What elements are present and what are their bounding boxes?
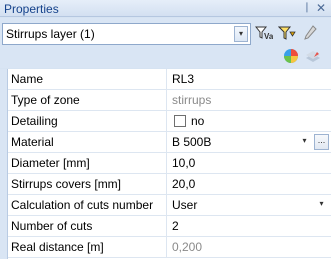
property-row-material[interactable]: Material B 500B ▾ ... — [8, 132, 331, 153]
property-value[interactable]: 20,0 — [172, 174, 312, 194]
property-value: 0,200 — [172, 240, 203, 254]
pencil-icon[interactable] — [301, 24, 319, 42]
property-label: Calculation of cuts number — [8, 195, 167, 215]
property-row-calculation-of-cuts[interactable]: Calculation of cuts number User ▾ — [8, 195, 331, 216]
detailing-checkbox-label: no — [191, 114, 205, 128]
property-row-stirrups-covers[interactable]: Stirrups covers [mm] 20,0 — [8, 174, 331, 195]
grid-gutter — [0, 69, 8, 259]
chevron-down-icon[interactable]: ▾ — [297, 134, 312, 150]
close-icon[interactable]: ✕ — [315, 1, 327, 15]
property-value[interactable]: User — [172, 195, 312, 215]
colors-pie-icon[interactable] — [282, 47, 300, 65]
layers-icon[interactable] — [304, 47, 322, 65]
browse-material-button[interactable]: ... — [314, 134, 329, 150]
property-label: Detailing — [8, 111, 167, 131]
properties-toolbar: Stirrups layer (1) ▾ Val — [0, 18, 331, 68]
property-row-name[interactable]: Name RL3 — [8, 69, 331, 90]
property-row-number-of-cuts[interactable]: Number of cuts 2 — [8, 216, 331, 237]
property-value[interactable]: 10,0 — [172, 153, 312, 173]
property-value[interactable]: B 500B — [172, 132, 312, 152]
property-grid: Name RL3 Type of zone stirrups Detailing… — [0, 69, 331, 259]
property-label: Name — [8, 69, 167, 89]
object-selector-value: Stirrups layer (1) — [6, 27, 95, 41]
property-label: Diameter [mm] — [8, 153, 167, 173]
panel-title: Properties — [4, 2, 59, 16]
panel-titlebar: Properties ❘ ✕ — [0, 0, 331, 17]
chevron-down-icon[interactable]: ▾ — [314, 197, 329, 213]
chevron-down-icon[interactable]: ▾ — [234, 26, 248, 42]
property-row-real-distance[interactable]: Real distance [m] 0,200 — [8, 237, 331, 258]
property-label: Material — [8, 132, 167, 152]
property-label: Number of cuts — [8, 216, 167, 236]
property-row-detailing[interactable]: Detailing no — [8, 111, 331, 132]
detailing-checkbox[interactable] — [174, 115, 186, 127]
property-label: Type of zone — [8, 90, 167, 110]
property-label: Real distance [m] — [8, 237, 167, 257]
property-value[interactable]: RL3 — [172, 69, 312, 89]
svg-text:Val: Val — [264, 32, 273, 41]
pin-icon[interactable]: ❘ — [301, 1, 313, 15]
properties-panel: Properties ❘ ✕ Stirrups layer (1) ▾ Val — [0, 0, 331, 259]
property-row-diameter[interactable]: Diameter [mm] 10,0 — [8, 153, 331, 174]
object-selector-combobox[interactable]: Stirrups layer (1) ▾ — [2, 23, 251, 45]
property-row-type-of-zone[interactable]: Type of zone stirrups — [8, 90, 331, 111]
property-value[interactable]: 2 — [172, 216, 312, 236]
property-value: stirrups — [172, 93, 212, 107]
filter-with-value-icon[interactable]: Val — [255, 24, 273, 42]
filter-with-funnel-icon[interactable] — [278, 24, 296, 42]
property-label: Stirrups covers [mm] — [8, 174, 167, 194]
